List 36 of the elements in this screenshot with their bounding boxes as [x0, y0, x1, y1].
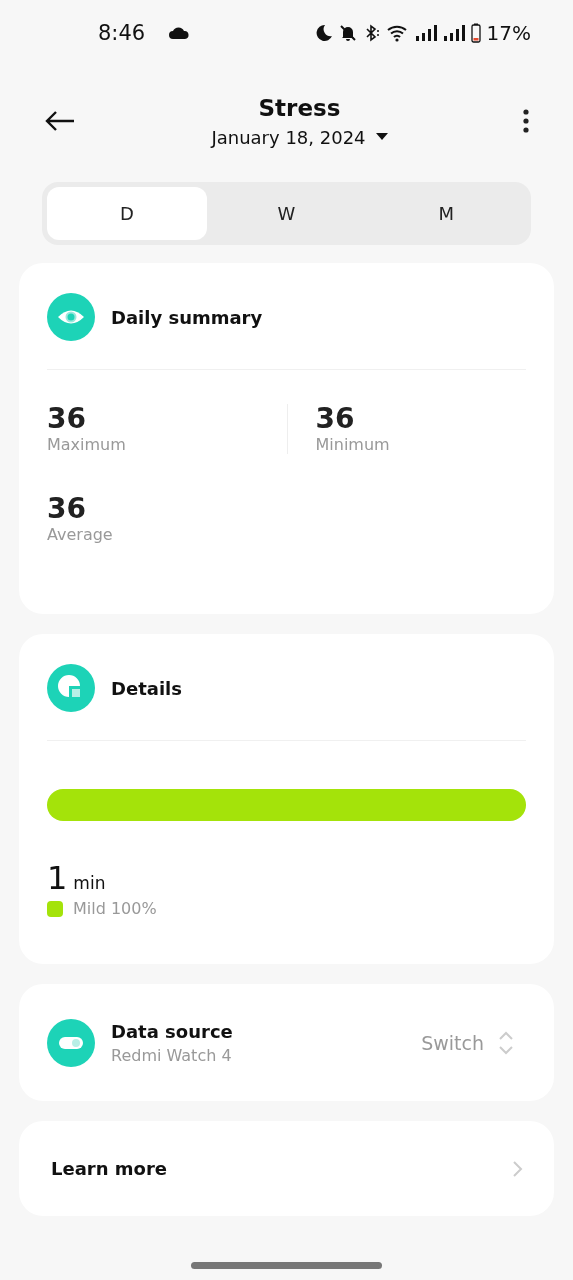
- chevron-right-icon: [512, 1159, 524, 1178]
- page-title: Stress: [258, 94, 341, 121]
- bell-muted-icon: [338, 24, 357, 42]
- more-icon: [523, 109, 529, 133]
- stat-label: Maximum: [47, 434, 127, 454]
- battery-icon: [470, 23, 481, 43]
- signal-icon: [442, 25, 465, 41]
- cloud-icon: [169, 27, 190, 39]
- stat-value: 36: [47, 404, 87, 435]
- up-down-chevron-icon: [498, 1029, 514, 1056]
- caret-icon: [375, 133, 388, 141]
- legend-label: Mild 100%: [73, 899, 157, 918]
- duration-unit: min: [73, 873, 106, 893]
- signal-icon: [414, 25, 437, 41]
- learn-more-button[interactable]: Learn more: [19, 1121, 554, 1216]
- chart-icon: [47, 664, 95, 712]
- moon-icon: [314, 24, 333, 42]
- back-arrow-icon: [44, 110, 76, 132]
- period-tab[interactable]: D: [47, 187, 207, 240]
- stat-value: 36: [315, 404, 356, 435]
- stat-label: Minimum: [315, 434, 391, 454]
- card-title: Daily summary: [111, 306, 263, 328]
- stat-value: 36: [47, 493, 87, 525]
- period-tab[interactable]: M: [366, 187, 526, 240]
- duration-value: 1: [47, 859, 68, 897]
- stat-label: Average: [47, 524, 114, 544]
- device-name: Redmi Watch 4: [111, 1045, 233, 1065]
- battery-percent: 17%: [486, 21, 531, 45]
- card-title: Data source: [111, 1020, 234, 1042]
- status-time: 8:46: [98, 21, 146, 45]
- period-tab[interactable]: W: [206, 187, 367, 240]
- eye-icon: [47, 293, 95, 341]
- wifi-icon: [386, 24, 409, 42]
- card-title: Details: [111, 677, 182, 699]
- toggle-icon: [47, 1018, 95, 1067]
- date-picker[interactable]: January 18, 2024: [211, 126, 388, 148]
